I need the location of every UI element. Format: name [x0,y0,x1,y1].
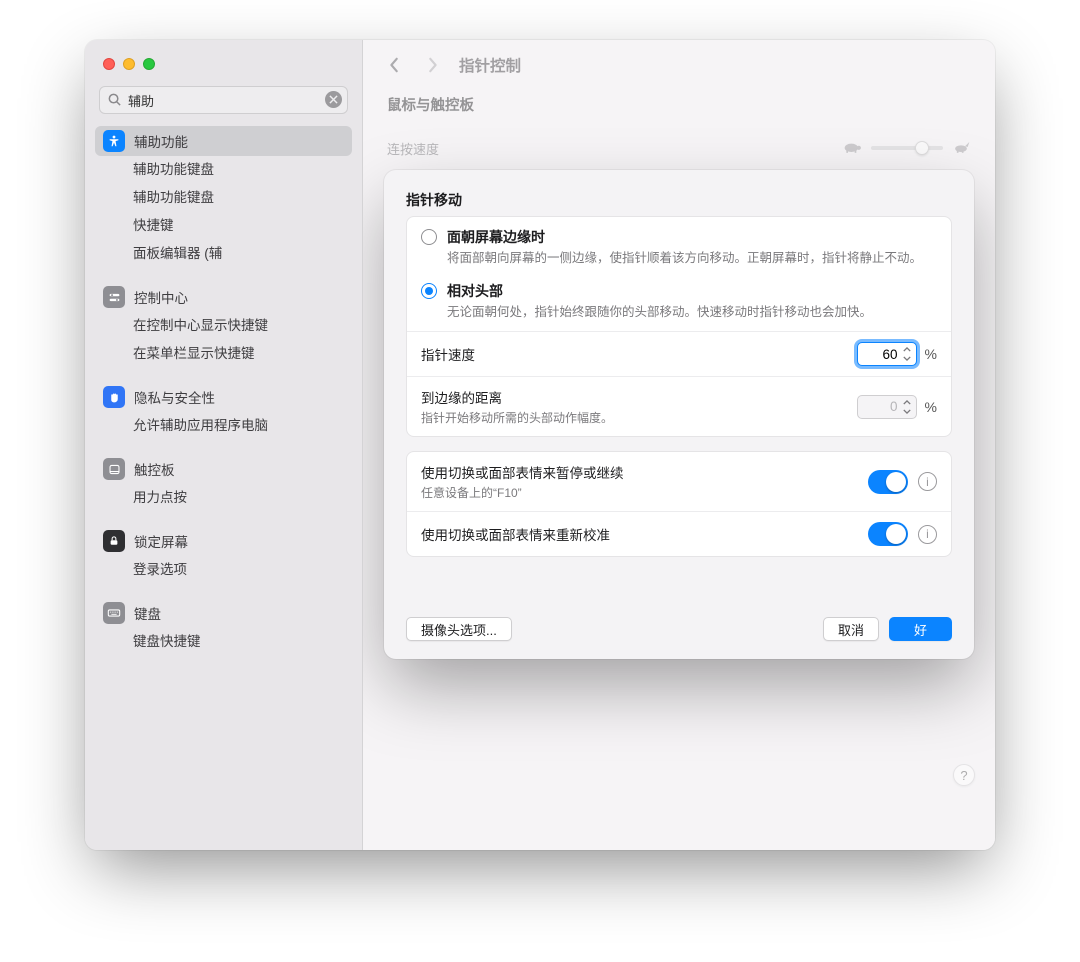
sidebar-item-privacy-security[interactable]: 隐私与安全性 [95,382,352,412]
trackpad-icon [103,458,125,480]
sidebar-item-label: 触控板 [134,459,175,479]
unit-label: % [925,346,937,362]
toggle-sublabel: 任意设备上的“F10” [421,484,624,501]
stepper-arrows [900,398,914,416]
stepper-arrows[interactable] [900,345,914,363]
pointer-movement-sheet: 指针移动 面朝屏幕边缘时 将面部朝向屏幕的一侧边缘，使指针顺着该方向移动。正朝屏… [384,170,974,659]
radio-description: 将面部朝向屏幕的一侧边缘，使指针顺着该方向移动。正朝屏幕时，指针将静止不动。 [447,249,922,267]
sidebar-item-control-center[interactable]: 控制中心 [95,282,352,312]
radio-unchecked-icon [421,229,437,245]
radio-option-relative[interactable]: 相对头部 无论面朝何处，指针始终跟随你的头部移动。快速移动时指针移动也会加快。 [407,277,951,331]
cancel-button[interactable]: 取消 [823,617,879,641]
field-description: 指针开始移动所需的头部动作幅度。 [421,409,613,426]
sidebar-subitem[interactable]: 面板编辑器 (辅 [95,240,352,268]
search-icon [107,92,122,107]
radio-checked-icon [421,283,437,299]
radio-description: 无论面朝何处，指针始终跟随你的头部移动。快速移动时指针移动也会加快。 [447,303,872,321]
close-window-button[interactable] [103,58,115,70]
edge-distance-field [857,395,917,419]
row-pointer-speed: 指针速度 % [407,331,951,376]
field-label: 到边缘的距离 [421,387,613,407]
info-icon[interactable]: i [918,472,937,491]
sidebar: 辅助功能 辅助功能键盘 辅助功能键盘 快捷键 面板编辑器 (辅 控制中心 在控制… [85,40,363,850]
sidebar-item-label: 辅助功能 [134,131,188,151]
radio-label: 相对头部 [447,281,872,301]
main-panel: 指针控制 鼠标与触控板 连按速度 [363,40,995,850]
sidebar-item-label: 控制中心 [134,287,188,307]
sidebar-subitem[interactable]: 辅助功能键盘 [95,184,352,212]
edge-distance-input [864,399,898,414]
row-edge-distance: 到边缘的距离 指针开始移动所需的头部动作幅度。 [407,376,951,436]
control-center-icon [103,286,125,308]
sidebar-subitem[interactable]: 在控制中心显示快捷键 [95,312,352,340]
sidebar-item-label: 隐私与安全性 [134,387,215,407]
sidebar-item-keyboard[interactable]: 键盘 [95,598,352,628]
field-label: 指针速度 [421,344,475,364]
unit-label: % [925,399,937,415]
pointer-speed-input[interactable] [864,347,898,362]
chevron-down-icon [900,355,914,363]
clear-search-button[interactable] [325,91,342,108]
sidebar-list: 辅助功能 辅助功能键盘 辅助功能键盘 快捷键 面板编辑器 (辅 控制中心 在控制… [85,126,362,850]
lock-icon [103,530,125,552]
pause-switch[interactable] [868,470,908,494]
hand-icon [103,386,125,408]
pointer-speed-stepper: % [857,342,937,366]
card-pointer-movement: 面朝屏幕边缘时 将面部朝向屏幕的一侧边缘，使指针顺着该方向移动。正朝屏幕时，指针… [406,216,952,437]
sidebar-item-accessibility[interactable]: 辅助功能 [95,126,352,156]
card-switches: 使用切换或面部表情来暂停或继续 任意设备上的“F10” i 使用切换或面部表情来… [406,451,952,557]
modal-overlay: 指针移动 面朝屏幕边缘时 将面部朝向屏幕的一侧边缘，使指针顺着该方向移动。正朝屏… [363,40,995,850]
toggle-label: 使用切换或面部表情来重新校准 [421,524,610,544]
minimize-window-button[interactable] [123,58,135,70]
zoom-window-button[interactable] [143,58,155,70]
accessibility-icon [103,130,125,152]
row-pause-continue: 使用切换或面部表情来暂停或继续 任意设备上的“F10” i [407,452,951,511]
edge-distance-stepper: % [857,395,937,419]
modal-footer: 摄像头选项... 取消 好 [406,617,952,641]
info-icon[interactable]: i [918,525,937,544]
sidebar-subitem[interactable]: 在菜单栏显示快捷键 [95,340,352,368]
chevron-up-icon [900,398,914,406]
sidebar-subitem[interactable]: 用力点按 [95,484,352,512]
radio-label: 面朝屏幕边缘时 [447,227,922,247]
sidebar-subitem[interactable]: 快捷键 [95,212,352,240]
keyboard-icon [103,602,125,624]
radio-option-edge[interactable]: 面朝屏幕边缘时 将面部朝向屏幕的一侧边缘，使指针顺着该方向移动。正朝屏幕时，指针… [407,217,951,277]
sidebar-item-label: 键盘 [134,603,161,623]
row-recalibrate: 使用切换或面部表情来重新校准 i [407,511,951,556]
search-input[interactable] [99,86,348,114]
ok-button[interactable]: 好 [889,617,952,641]
window-controls [85,54,362,86]
sidebar-subitem[interactable]: 键盘快捷键 [95,628,352,656]
sidebar-item-lock-screen[interactable]: 锁定屏幕 [95,526,352,556]
sidebar-subitem[interactable]: 允许辅助应用程序电脑 [95,412,352,440]
chevron-up-icon [900,346,914,354]
recalibrate-switch[interactable] [868,522,908,546]
settings-window: 辅助功能 辅助功能键盘 辅助功能键盘 快捷键 面板编辑器 (辅 控制中心 在控制… [85,40,995,850]
pointer-speed-field[interactable] [857,342,917,366]
toggle-label: 使用切换或面部表情来暂停或继续 [421,462,624,482]
search-field [99,86,348,114]
sidebar-subitem[interactable]: 登录选项 [95,556,352,584]
sidebar-subitem[interactable]: 辅助功能键盘 [95,156,352,184]
modal-section-title: 指针移动 [406,190,952,210]
camera-options-button[interactable]: 摄像头选项... [406,617,512,641]
sidebar-item-label: 锁定屏幕 [134,531,188,551]
sidebar-item-trackpad[interactable]: 触控板 [95,454,352,484]
chevron-down-icon [900,407,914,415]
